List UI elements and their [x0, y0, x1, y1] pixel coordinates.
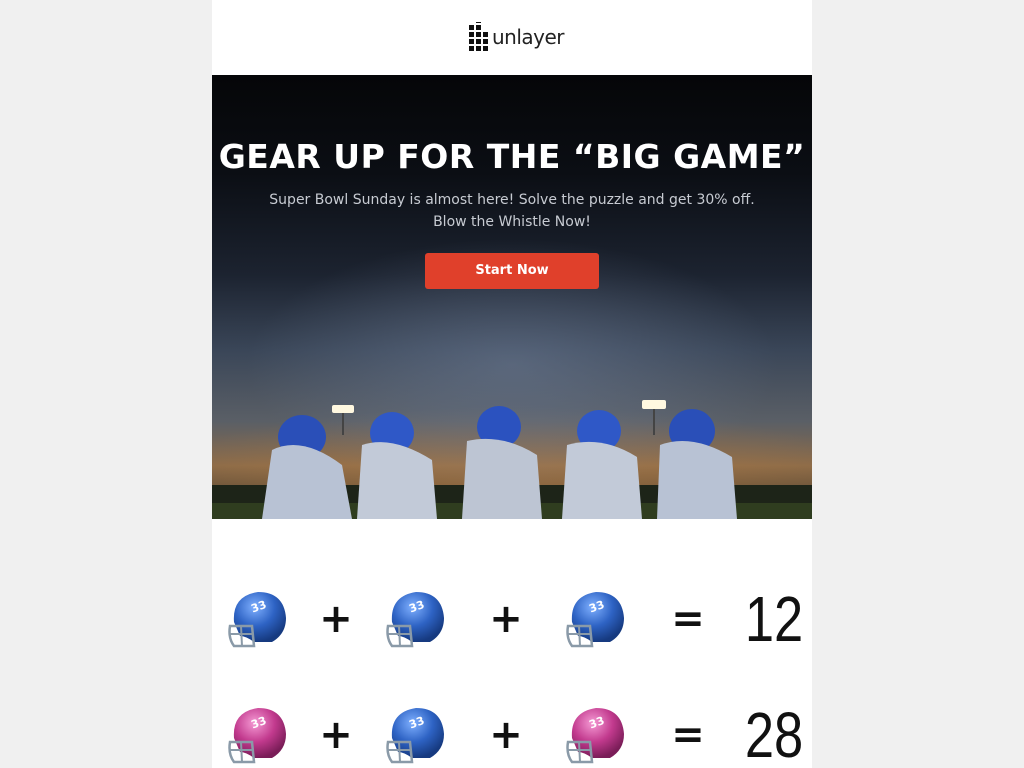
- football-players-image: [212, 400, 812, 519]
- hero-title: GEAR UP FOR THE “BIG GAME”: [218, 137, 806, 176]
- blue-helmet-icon: [560, 579, 630, 659]
- plus-operator: +: [489, 712, 523, 758]
- start-now-button[interactable]: Start Now: [425, 253, 599, 289]
- helmet-puzzle: + + = 12 + + = 28: [212, 519, 812, 768]
- plus-operator: +: [489, 596, 523, 642]
- equals-operator: =: [671, 596, 705, 642]
- puzzle-row: + + = 12: [212, 579, 812, 659]
- hero-banner: GEAR UP FOR THE “BIG GAME” Super Bowl Su…: [212, 75, 812, 519]
- email-container: unlayer GEAR UP FOR THE “BIG GAME” Super…: [212, 0, 812, 768]
- pink-helmet-icon: [560, 695, 630, 768]
- pink-helmet-icon: [222, 695, 292, 768]
- unlayer-logo-icon: [469, 22, 488, 51]
- blue-helmet-icon: [380, 579, 450, 659]
- blue-helmet-icon: [222, 579, 292, 659]
- header-bar: unlayer: [212, 0, 812, 75]
- row-result: 12: [744, 583, 804, 655]
- row-result: 28: [744, 699, 804, 768]
- hero-subtitle: Super Bowl Sunday is almost here! Solve …: [212, 189, 812, 233]
- brand-name: unlayer: [492, 25, 565, 49]
- brand-logo[interactable]: unlayer: [469, 22, 565, 52]
- blue-helmet-icon: [380, 695, 450, 768]
- plus-operator: +: [319, 712, 353, 758]
- plus-operator: +: [319, 596, 353, 642]
- hero-subtitle-line-2: Blow the Whistle Now!: [433, 214, 591, 230]
- puzzle-row: + + = 28: [212, 695, 812, 768]
- equals-operator: =: [671, 712, 705, 758]
- hero-subtitle-line-1: Super Bowl Sunday is almost here! Solve …: [269, 192, 755, 208]
